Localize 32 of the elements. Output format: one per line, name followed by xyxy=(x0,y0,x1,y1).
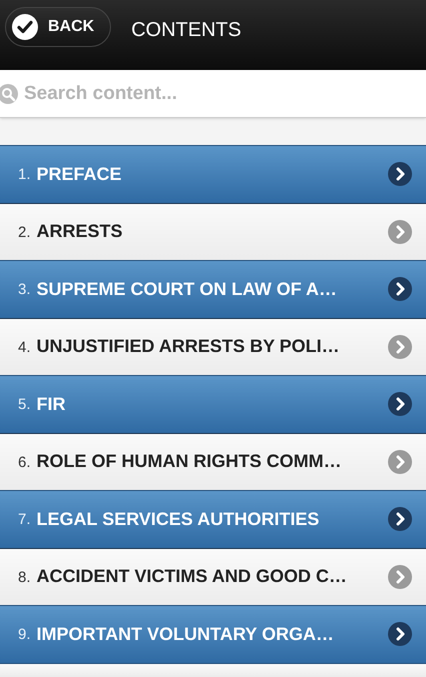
item-number: 6. xyxy=(18,452,31,472)
item-title: PREFACE xyxy=(36,162,123,186)
item-number: 8. xyxy=(18,568,31,588)
item-number: 4. xyxy=(18,338,31,358)
contents-item[interactable]: 2. ARRESTS xyxy=(0,202,426,260)
contents-item[interactable]: 1. PREFACE xyxy=(0,145,426,202)
page-title: CONTENTS xyxy=(131,18,242,43)
checkmark-icon xyxy=(12,14,38,40)
contents-item[interactable]: 9. IMPORTANT VOLUNTARY ORGA… xyxy=(0,605,426,662)
item-title: ROLE OF HUMAN RIGHTS COMM… xyxy=(36,450,342,474)
contents-item[interactable]: 8. ACCIDENT VICTIMS AND GOOD C… xyxy=(0,548,426,605)
item-title: FIR xyxy=(36,392,67,416)
search-field[interactable]: Search content... xyxy=(0,70,426,118)
contents-item[interactable]: 6. ROLE OF HUMAN RIGHTS COMM… xyxy=(0,432,426,490)
contents-item[interactable]: 7. LEGAL SERVICES AUTHORITIES xyxy=(0,490,426,548)
item-title: ACCIDENT VICTIMS AND GOOD C… xyxy=(36,565,348,588)
contents-item[interactable]: 5. FIR xyxy=(0,375,426,432)
item-title: IMPORTANT VOLUNTARY ORGA… xyxy=(36,622,335,646)
item-number: 7. xyxy=(18,510,31,530)
item-title: UNJUSTIFIED ARRESTS BY POLI… xyxy=(36,335,341,358)
item-number: 1. xyxy=(18,165,31,185)
back-button[interactable]: BACK xyxy=(5,7,112,47)
search-icon xyxy=(0,84,18,104)
contents-item[interactable]: 4. UNJUSTIFIED ARRESTS BY POLI… xyxy=(0,318,426,375)
item-title: SUPREME COURT ON LAW OF A… xyxy=(36,278,338,301)
item-title: LEGAL SERVICES AUTHORITIES xyxy=(36,508,320,531)
item-number: 9. xyxy=(18,625,31,645)
item-number: 5. xyxy=(18,395,31,415)
item-number: 3. xyxy=(18,280,31,300)
item-number: 2. xyxy=(18,222,31,242)
item-title: ARRESTS xyxy=(36,220,124,244)
contents-item[interactable]: 3. SUPREME COURT ON LAW OF A… xyxy=(0,260,426,318)
